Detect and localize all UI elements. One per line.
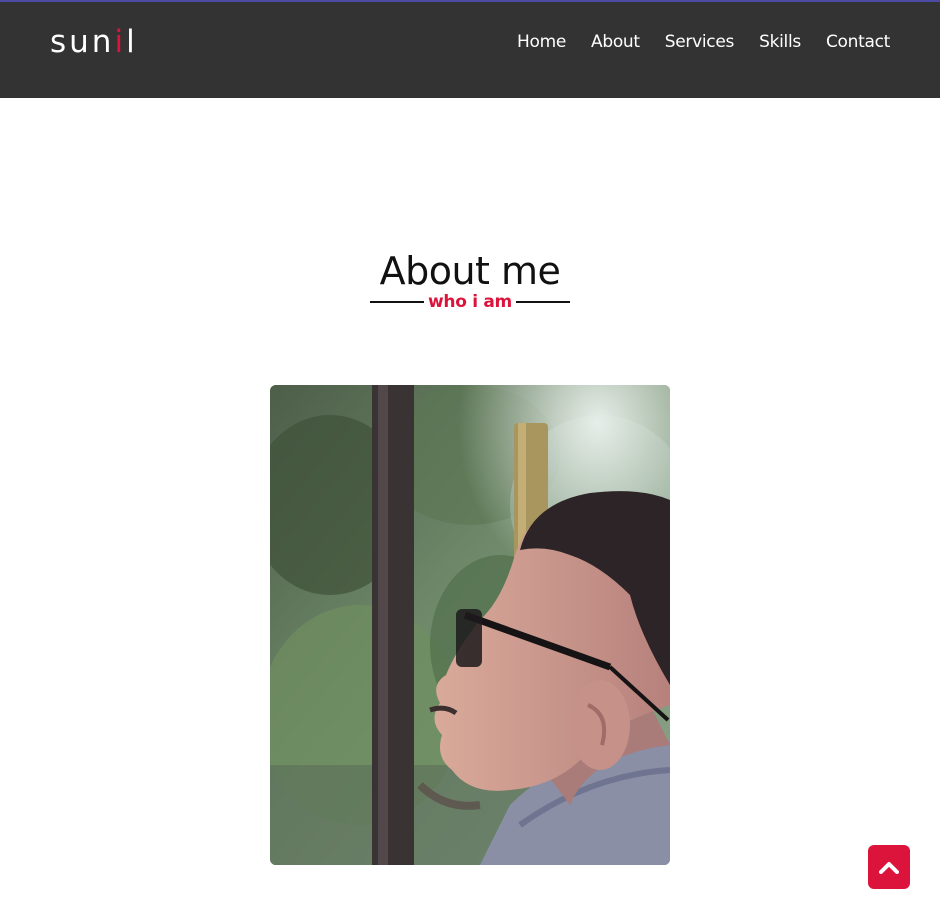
- navbar: sunil Home About Services Skills Contact: [0, 0, 940, 98]
- nav-item-about: About: [591, 30, 640, 54]
- logo-prefix: sun: [50, 24, 115, 60]
- logo[interactable]: sunil: [50, 24, 138, 60]
- profile-photo: [270, 385, 670, 865]
- nav-link-home[interactable]: Home: [517, 32, 566, 52]
- subtitle-line-right: [515, 301, 570, 303]
- nav-item-contact: Contact: [826, 30, 890, 54]
- profile-photo-image: [270, 385, 670, 865]
- chevron-up-icon: [879, 862, 899, 874]
- nav-link-about[interactable]: About: [591, 32, 640, 52]
- nav-link-services[interactable]: Services: [665, 32, 735, 52]
- section-title: About me: [379, 249, 561, 293]
- nav-link-skills[interactable]: Skills: [759, 32, 801, 52]
- nav-item-home: Home: [517, 30, 566, 54]
- nav-link-contact[interactable]: Contact: [826, 32, 890, 52]
- scroll-up-button[interactable]: [868, 845, 910, 889]
- section-subtitle: who i am: [428, 292, 512, 312]
- logo-accent: i: [114, 24, 127, 60]
- logo-suffix: l: [126, 24, 138, 60]
- subtitle-row: who i am: [370, 290, 570, 314]
- nav-menu: Home About Services Skills Contact: [517, 30, 890, 54]
- nav-item-skills: Skills: [759, 30, 801, 54]
- nav-item-services: Services: [665, 30, 735, 54]
- subtitle-line-left: [370, 301, 425, 303]
